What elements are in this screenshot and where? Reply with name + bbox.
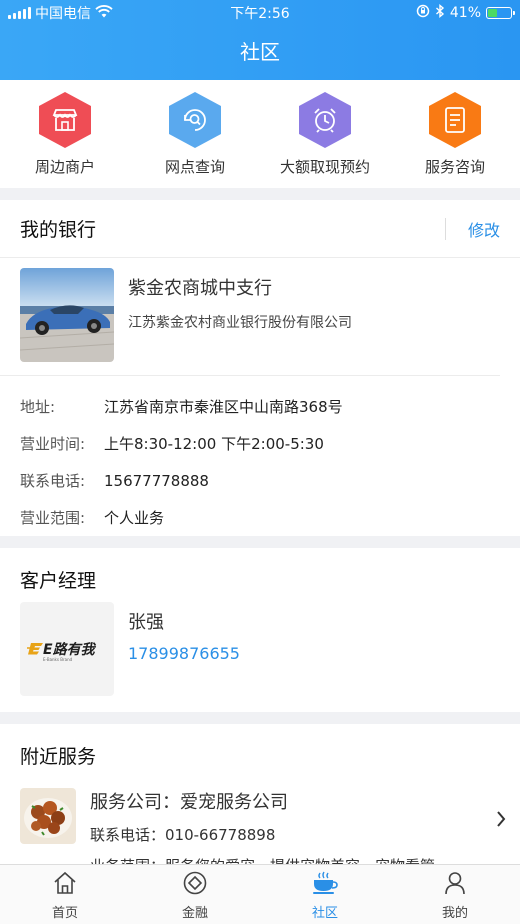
quick-action-label: 服务咨询 (424, 158, 485, 176)
customer-manager-card: 客户经理 E路有我 E-Banks Brand 张强 17899876655 (0, 548, 520, 712)
alarm-clock-icon (299, 92, 351, 148)
detail-row-scope: 营业范围: 个人业务 (20, 499, 500, 536)
nearby-services-card: 附近服务 服务公司：爱宠服务公司 联系电话：010-66778898 业务范围：… (0, 724, 520, 864)
status-bar: 中国电信 下午2:56 41% (0, 0, 520, 26)
detail-key: 营业范围: (20, 509, 86, 527)
tab-community[interactable]: 社区 (260, 865, 390, 924)
search-location-icon (169, 92, 221, 148)
tab-bar: 首页 金融 社区 我的 (0, 864, 520, 924)
tab-label: 首页 (51, 906, 78, 921)
detail-row-address: 地址: 江苏省南京市秦淮区中山南路368号 (20, 388, 500, 425)
bluetooth-icon (435, 4, 445, 22)
detail-value: 江苏省南京市秦淮区中山南路368号 (104, 398, 343, 416)
manager-phone-link[interactable]: 17899876655 (128, 644, 240, 663)
quick-action-cash-reservation[interactable]: 大额取现预约 (260, 80, 390, 188)
branch-photo (20, 268, 114, 362)
detail-row-hours: 营业时间: 上午8:30-12:00 下午2:00-5:30 (20, 425, 500, 462)
manager-logo: E路有我 E-Banks Brand (20, 602, 114, 696)
section-title: 附近服务 (20, 746, 97, 768)
quick-actions: 周边商户 网点查询 大额取现预约 服务咨询 (0, 80, 520, 188)
quick-action-service-consult[interactable]: 服务咨询 (390, 80, 520, 188)
detail-key: 地址: (20, 398, 56, 416)
detail-key: 联系电话: (20, 472, 86, 490)
edit-label: 修改 (467, 220, 500, 240)
top-bar: 中国电信 下午2:56 41% 社区 (0, 0, 520, 80)
quick-action-branch-search[interactable]: 网点查询 (130, 80, 260, 188)
service-company: 服务公司：爱宠服务公司 (90, 792, 288, 813)
service-scope: 业务范围：服务您的爱宠，提供宠物美容，宠物看管 (90, 855, 435, 864)
battery-icon (486, 7, 515, 19)
logo-subtext: E-Banks Brand (43, 657, 73, 662)
rotation-lock-icon (416, 4, 430, 22)
service-phone: 联系电话：010-66778898 (90, 826, 276, 844)
home-icon (52, 871, 78, 899)
signal-icon (8, 7, 31, 19)
carrier-label: 中国电信 (35, 6, 91, 22)
detail-key: 营业时间: (20, 435, 86, 453)
battery-percent: 41% (449, 5, 481, 21)
section-title: 我的银行 (20, 219, 97, 241)
detail-value: 上午8:30-12:00 下午2:00-5:30 (104, 435, 324, 453)
tab-label: 社区 (311, 906, 338, 921)
quick-action-label: 大额取现预约 (279, 158, 370, 176)
detail-row-phone: 联系电话: 15677778888 (20, 462, 500, 499)
my-bank-card: 我的银行 修改 紫金农商城中支行 江苏紫金农村商业银行股份有限公司 地址: 江苏… (0, 200, 520, 536)
document-icon (429, 92, 481, 148)
branch-details: 地址: 江苏省南京市秦淮区中山南路368号 营业时间: 上午8:30-12:00… (0, 376, 520, 536)
manager-entry[interactable]: E路有我 E-Banks Brand 张强 17899876655 (0, 600, 520, 696)
detail-value[interactable]: 15677778888 (104, 472, 209, 490)
tab-home[interactable]: 首页 (0, 865, 130, 924)
page-title: 社区 (240, 40, 280, 64)
detail-value: 个人业务 (104, 509, 165, 527)
chevron-right-icon[interactable] (496, 810, 506, 832)
branch-name: 紫金农商城中支行 (128, 278, 272, 299)
tab-label: 金融 (181, 906, 208, 921)
finance-icon (182, 871, 208, 899)
service-photo (20, 788, 76, 844)
divider (444, 217, 446, 240)
quick-action-label: 周边商户 (34, 158, 95, 176)
tab-profile[interactable]: 我的 (390, 865, 520, 924)
tab-label: 我的 (441, 906, 468, 921)
store-icon (39, 92, 91, 148)
quick-action-nearby-merchants[interactable]: 周边商户 (0, 80, 130, 188)
my-bank-header: 我的银行 修改 (0, 200, 520, 258)
service-item[interactable]: 服务公司：爱宠服务公司 联系电话：010-66778898 业务范围：服务您的爱… (0, 776, 520, 864)
community-cup-icon (311, 871, 339, 899)
tab-finance[interactable]: 金融 (130, 865, 260, 924)
branch-summary[interactable]: 紫金农商城中支行 江苏紫金农村商业银行股份有限公司 (0, 258, 500, 376)
wifi-icon (95, 4, 113, 22)
quick-action-label: 网点查询 (164, 158, 225, 176)
bank-corporation: 江苏紫金农村商业银行股份有限公司 (128, 315, 352, 331)
logo-text: E路有我 (43, 641, 97, 658)
edit-bank-button[interactable]: 修改 (444, 217, 500, 241)
profile-icon (443, 871, 467, 899)
manager-name: 张强 (128, 612, 164, 633)
section-title: 客户经理 (20, 570, 97, 592)
